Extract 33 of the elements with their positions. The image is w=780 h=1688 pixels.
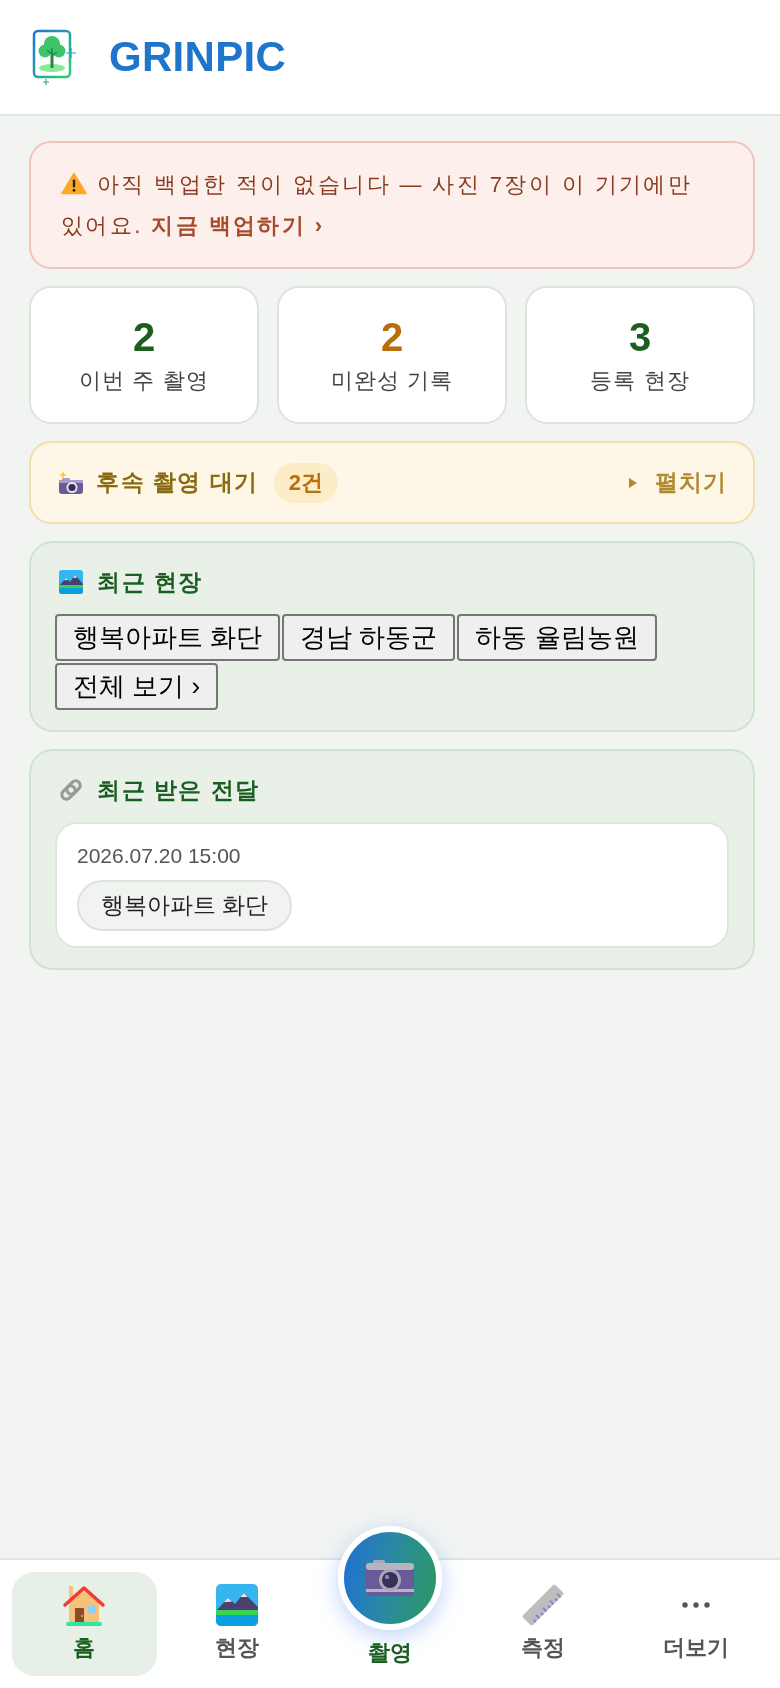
- section-title: 최근 받은 전달: [97, 775, 260, 805]
- warning-icon: [61, 172, 87, 195]
- stat-value: 2: [132, 314, 156, 360]
- more-icon: [681, 1602, 710, 1608]
- section-title: 최근 현장: [97, 567, 203, 597]
- nav-tab[interactable]: 더보기: [623, 1572, 768, 1676]
- backup-now-link[interactable]: 지금 백업하기 ›: [151, 213, 325, 238]
- tree-logo: [31, 28, 77, 86]
- stat-label: 이번 주 촬영: [79, 367, 209, 395]
- caret-icon: [629, 477, 637, 488]
- view-all-button[interactable]: 전체 보기 ›: [55, 663, 219, 710]
- site-button[interactable]: 경남 하동군: [282, 614, 456, 661]
- follow-up-title: 후속 촬영 대기: [96, 468, 259, 497]
- landscape-icon: [58, 569, 84, 595]
- nav-tab[interactable]: 측정: [470, 1572, 616, 1676]
- stat-label: 미완성 기록: [330, 367, 454, 395]
- delivery-date: 2026.07.20 15:00: [77, 843, 241, 869]
- site-button[interactable]: 행복아파트 화단: [55, 614, 281, 661]
- count-badge: 2건: [273, 462, 339, 503]
- nav-tab[interactable]: 홈: [12, 1572, 157, 1676]
- stat-value: 3: [628, 314, 652, 360]
- capture-tab[interactable]: 촬영: [317, 1526, 463, 1672]
- stat-value: 2: [380, 314, 404, 360]
- site-chip[interactable]: 행복아파트 화단: [77, 880, 293, 931]
- landscape-icon: [215, 1583, 260, 1627]
- backup-warning-text: 아직 백업한 적이 없습니다 — 사진 7장이 이 기기에만 있어요. 지금 백업하기 ›: [61, 171, 694, 240]
- house-icon: [62, 1583, 107, 1627]
- camera-icon: [58, 469, 84, 496]
- link-icon: [58, 777, 84, 803]
- stat-label: 등록 현장: [590, 367, 690, 395]
- app-title: GRINPIC: [109, 33, 287, 81]
- site-button[interactable]: 하동 율림농원: [457, 614, 657, 661]
- nav-tab[interactable]: 현장: [164, 1572, 310, 1676]
